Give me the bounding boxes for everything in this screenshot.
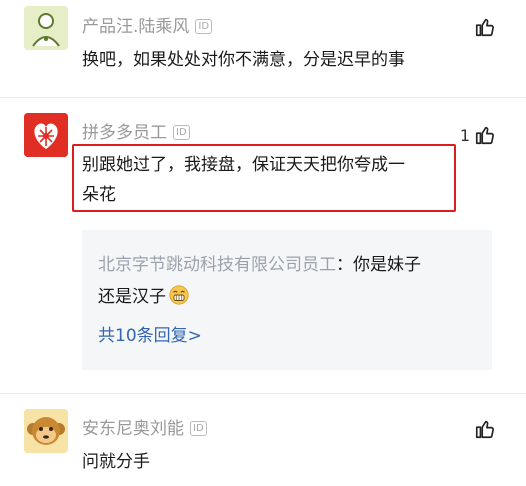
like-button[interactable] <box>470 16 496 38</box>
reply-colon: ： <box>336 255 353 275</box>
like-button[interactable]: 1 <box>460 124 496 146</box>
divider <box>0 393 526 394</box>
reply-text: 你是妹子 <box>353 255 421 275</box>
thumbs-up-icon[interactable] <box>474 418 496 440</box>
comment-text: 问就分手 <box>82 452 150 472</box>
like-button[interactable] <box>470 418 496 440</box>
avatar-default-icon <box>24 6 68 50</box>
avatar[interactable] <box>24 6 68 50</box>
id-badge: ID <box>173 125 190 140</box>
monkey-avatar-icon <box>24 409 68 453</box>
avatar[interactable] <box>24 113 68 157</box>
laughing-emoji-icon <box>169 285 189 305</box>
reply-line2: 还是汉子 <box>98 282 190 312</box>
avatar[interactable] <box>24 409 68 453</box>
username[interactable]: 拼多多员工 ID <box>82 122 190 144</box>
reply-author[interactable]: 北京字节跳动科技有限公司员工 <box>98 255 336 275</box>
view-replies-link[interactable]: 共10条回复> <box>98 324 202 348</box>
username[interactable]: 产品汪.陆乘风 ID <box>82 16 213 38</box>
highlight-box <box>72 144 456 212</box>
comment-text: 换吧，如果处处对你不满意，分是迟早的事 <box>82 50 405 70</box>
reply-preview[interactable]: 北京字节跳动科技有限公司员工：你是妹子 还是汉子 共10条回复> <box>82 230 492 370</box>
reply-line1: 北京字节跳动科技有限公司员工：你是妹子 <box>98 250 421 280</box>
thumbs-up-icon[interactable] <box>474 124 496 146</box>
id-badge: ID <box>190 421 207 436</box>
username-text[interactable]: 安东尼奥刘能 <box>82 419 184 439</box>
divider <box>0 97 526 98</box>
username-text[interactable]: 产品汪.陆乘风 <box>82 17 189 37</box>
id-badge: ID <box>195 19 213 34</box>
thumbs-up-icon[interactable] <box>474 16 496 38</box>
reply-text-line2: 还是汉子 <box>98 287 166 307</box>
username[interactable]: 安东尼奥刘能 ID <box>82 418 207 440</box>
username-text[interactable]: 拼多多员工 <box>82 123 167 143</box>
like-count: 1 <box>459 125 470 145</box>
pinduoduo-logo-icon <box>24 113 68 157</box>
